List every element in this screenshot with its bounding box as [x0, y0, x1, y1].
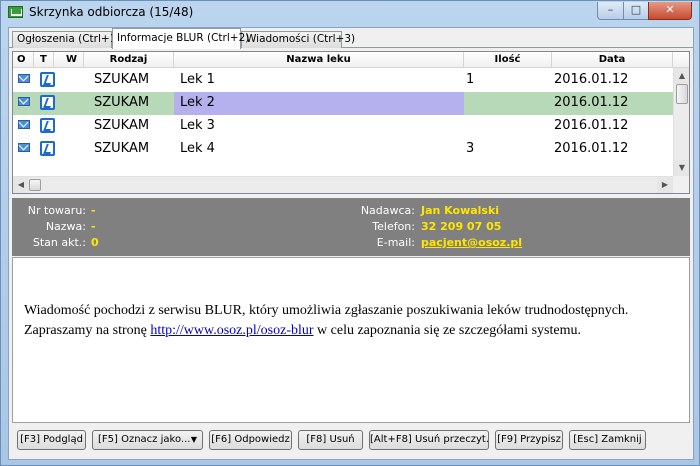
table-row[interactable]: SZUKAM Lek 4 3 2016.01.12 — [13, 138, 673, 161]
scroll-right-icon[interactable]: ▶ — [657, 177, 673, 193]
blur-type-icon — [40, 141, 55, 156]
cell-data: 2016.01.12 — [554, 72, 629, 87]
app-icon — [8, 6, 23, 18]
envelope-icon — [18, 143, 30, 152]
message-line-1: Wiadomość pochodzi z serwisu BLUR, który… — [24, 303, 629, 318]
horizontal-scroll-thumb[interactable] — [29, 179, 41, 191]
delete-read-button[interactable]: [Alt+F8] Usuń przeczyt. — [369, 430, 489, 450]
cell-ilosc: 1 — [466, 72, 475, 87]
scroll-down-icon[interactable]: ▼ — [674, 160, 689, 176]
close-button[interactable]: ✕ — [648, 2, 692, 20]
delete-button[interactable]: [F8] Usuń — [298, 430, 363, 450]
header-o[interactable]: O — [13, 52, 34, 68]
header-ilosc[interactable]: Ilość — [464, 52, 552, 68]
chevron-down-icon: ▼ — [190, 435, 197, 444]
reply-button[interactable]: [F6] Odpowiedz — [209, 430, 292, 450]
header-data[interactable]: Data — [552, 52, 673, 68]
cell-rodzaj: SZUKAM — [94, 95, 150, 110]
tab-informacje-blur[interactable]: Informacje BLUR (Ctrl+2) — [112, 28, 249, 49]
tab-ogloszenia[interactable]: Ogłoszenia (Ctrl+1) — [12, 31, 120, 48]
details-panel: Nr towaru: - Nazwa: - Stan akt.: 0 Nadaw… — [12, 198, 690, 256]
preview-button[interactable]: [F3] Podgląd — [17, 430, 86, 450]
message-text-after-link: w celu zapoznania się ze szczegółami sys… — [313, 323, 581, 338]
value-stan-akt: 0 — [91, 236, 99, 249]
blur-link[interactable]: http://www.osoz.pl/osoz-blur — [150, 323, 313, 338]
envelope-icon — [18, 97, 30, 106]
message-line-2: Zapraszamy na stronę http://www.osoz.pl/… — [24, 321, 689, 341]
tab-strip: Ogłoszenia (Ctrl+1) Informacje BLUR (Ctr… — [9, 28, 693, 49]
cell-data: 2016.01.12 — [554, 95, 629, 110]
scroll-up-icon[interactable]: ▲ — [674, 68, 689, 84]
vertical-scrollbar[interactable]: ▲ ▼ — [673, 68, 689, 176]
minimize-button[interactable]: – — [597, 2, 624, 20]
table-row[interactable]: SZUKAM Lek 1 1 2016.01.12 — [13, 69, 673, 92]
scroll-left-icon[interactable]: ◀ — [13, 177, 29, 193]
cell-rodzaj: SZUKAM — [94, 118, 150, 133]
label-stan-akt: Stan akt.: — [32, 236, 86, 249]
message-body[interactable]: Wiadomość pochodzi z serwisu BLUR, który… — [12, 257, 690, 423]
value-nadawca: Jan Kowalski — [421, 204, 500, 217]
value-telefon: 32 209 07 05 — [421, 220, 502, 233]
horizontal-scrollbar[interactable]: ◀ ▶ — [13, 176, 673, 193]
table-row-selected[interactable]: SZUKAM Lek 2 2016.01.12 — [13, 92, 673, 115]
button-bar: [F3] Podgląd [F5] Oznacz jako... ▼ [F6] O… — [9, 426, 693, 459]
grid-header: O T W Rodzaj Nazwa leku Ilość Data — [13, 52, 689, 68]
blur-type-icon — [40, 72, 55, 87]
cell-nazwa: Lek 3 — [180, 118, 215, 133]
header-t[interactable]: T — [34, 52, 54, 68]
client-area: Ogłoszenia (Ctrl+1) Informacje BLUR (Ctr… — [8, 27, 694, 460]
header-rodzaj[interactable]: Rodzaj — [84, 52, 174, 68]
close-dialog-button[interactable]: [Esc] Zamknij — [569, 430, 646, 450]
message-grid[interactable]: O T W Rodzaj Nazwa leku Ilość Data SZUKA… — [12, 51, 690, 194]
label-nadawca: Nadawca: — [360, 204, 415, 217]
value-nazwa: - — [91, 220, 96, 233]
mark-as-label: [F5] Oznacz jako... — [98, 434, 191, 445]
envelope-icon — [18, 74, 30, 83]
cell-rodzaj: SZUKAM — [94, 141, 150, 156]
cell-data: 2016.01.12 — [554, 141, 629, 156]
maximize-button[interactable]: □ — [623, 2, 649, 20]
label-email: E-mail: — [376, 236, 415, 249]
cell-nazwa: Lek 1 — [180, 72, 215, 87]
tab-wiadomosci[interactable]: Wiadomości (Ctrl+3) — [241, 31, 355, 48]
cell-ilosc: 3 — [466, 141, 475, 156]
table-row[interactable]: SZUKAM Lek 3 2016.01.12 — [13, 115, 673, 138]
label-nazwa: Nazwa: — [45, 220, 86, 233]
vertical-scroll-thumb[interactable] — [676, 84, 688, 104]
value-nr-towaru: - — [91, 204, 96, 217]
mark-as-button[interactable]: [F5] Oznacz jako... ▼ — [92, 430, 203, 450]
cell-data: 2016.01.12 — [554, 118, 629, 133]
cell-nazwa: Lek 2 — [174, 92, 464, 115]
label-telefon: Telefon: — [372, 220, 415, 233]
window: Skrzynka odbiorcza (15/48) – □ ✕ Ogłosze… — [0, 0, 700, 466]
label-nr-towaru: Nr towaru: — [27, 204, 86, 217]
email-link[interactable]: pacjent@osoz.pl — [421, 236, 522, 249]
blur-type-icon — [40, 95, 55, 110]
window-title: Skrzynka odbiorcza (15/48) — [29, 5, 194, 19]
title-bar[interactable]: Skrzynka odbiorcza (15/48) – □ ✕ — [1, 1, 699, 25]
envelope-icon — [18, 120, 30, 129]
scroll-corner — [673, 176, 689, 193]
cell-rodzaj: SZUKAM — [94, 72, 150, 87]
blur-type-icon — [40, 118, 55, 133]
header-nazwa-leku[interactable]: Nazwa leku — [174, 52, 464, 68]
header-w[interactable]: W — [54, 52, 84, 68]
message-text-before-link: Zapraszamy na stronę — [24, 323, 151, 338]
assign-button[interactable]: [F9] Przypisz — [495, 430, 563, 450]
cell-nazwa: Lek 4 — [180, 141, 215, 156]
